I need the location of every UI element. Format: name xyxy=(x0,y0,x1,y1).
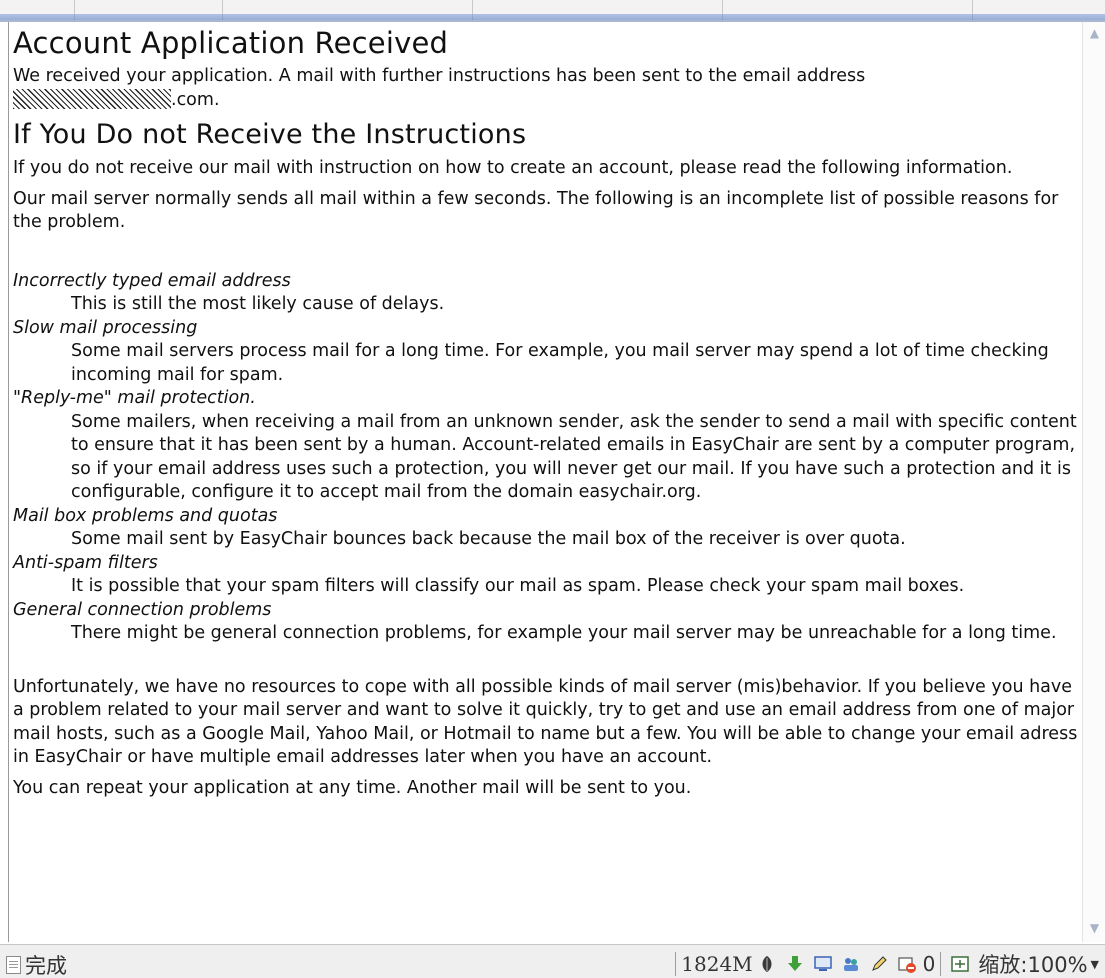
status-bar: 完成 1824M 0 缩放:100% ▼ xyxy=(0,944,1105,978)
redacted-email xyxy=(13,88,171,109)
reason-title: Slow mail processing xyxy=(13,317,198,338)
repeat-paragraph: You can repeat your application at any t… xyxy=(13,777,692,798)
advice-paragraph: Unfortunately, we have no resources to c… xyxy=(13,676,1078,768)
reason-text: Some mail servers process mail for a lon… xyxy=(71,341,1049,385)
reason-text: Some mailers, when receiving a mail from… xyxy=(71,411,1077,503)
email-suffix: .com. xyxy=(171,89,220,110)
intro-paragraph: If you do not receive our mail with inst… xyxy=(13,158,1013,178)
received-message: We received your application. A mail wit… xyxy=(13,65,1079,112)
title-bar-accent xyxy=(0,14,1105,20)
users-icon[interactable] xyxy=(841,954,861,974)
received-text: We received your application. A mail wit… xyxy=(13,66,866,86)
vertical-scrollbar[interactable]: ▲ ▼ xyxy=(1082,22,1105,942)
monitor-icon[interactable] xyxy=(813,954,833,974)
download-arrow-icon[interactable] xyxy=(785,954,805,974)
status-text: 完成 xyxy=(25,954,67,978)
scroll-up-icon[interactable]: ▲ xyxy=(1086,25,1103,42)
blocked-count: 0 xyxy=(922,952,936,976)
reason-text: This is still the most likely cause of d… xyxy=(71,294,445,314)
scroll-down-icon[interactable]: ▼ xyxy=(1086,920,1103,937)
reason-text: There might be general connection proble… xyxy=(71,623,1057,643)
status-tray: 1824M 0 缩放:100% ▼ xyxy=(670,949,1099,978)
page-content: Account Application Received We received… xyxy=(9,24,1079,800)
status-area: 完成 xyxy=(6,950,67,978)
memory-usage: 1824M xyxy=(681,952,753,976)
browser-top-strip xyxy=(0,0,1105,22)
chevron-down-icon[interactable]: ▼ xyxy=(1091,958,1099,971)
reason-title: Mail box problems and quotas xyxy=(13,505,278,526)
divider xyxy=(675,952,677,976)
edit-icon[interactable] xyxy=(869,954,889,974)
reason-text: Some mail sent by EasyChair bounces back… xyxy=(71,529,906,549)
intro-paragraph-2: Our mail server normally sends all mail … xyxy=(13,188,1059,233)
divider xyxy=(940,952,942,976)
reason-title: Anti-spam filters xyxy=(13,552,158,573)
reason-title: "Reply-me" mail protection. xyxy=(13,388,256,408)
popup-block-icon[interactable] xyxy=(897,954,917,974)
zoom-icon[interactable] xyxy=(950,954,970,974)
section-heading: If You Do not Receive the Instructions xyxy=(13,119,527,150)
reason-title: Incorrectly typed email address xyxy=(13,270,291,291)
zoom-level[interactable]: 缩放:100% xyxy=(978,949,1087,978)
reason-title: General connection problems xyxy=(13,599,272,620)
page-viewport: Account Application Received We received… xyxy=(8,22,1082,942)
leaf-icon[interactable] xyxy=(757,954,777,974)
page-icon xyxy=(6,956,21,974)
reason-text: It is possible that your spam filters wi… xyxy=(71,576,965,596)
reasons-list: Incorrectly typed email address This is … xyxy=(13,270,1079,646)
page-title: Account Application Received xyxy=(13,26,449,60)
